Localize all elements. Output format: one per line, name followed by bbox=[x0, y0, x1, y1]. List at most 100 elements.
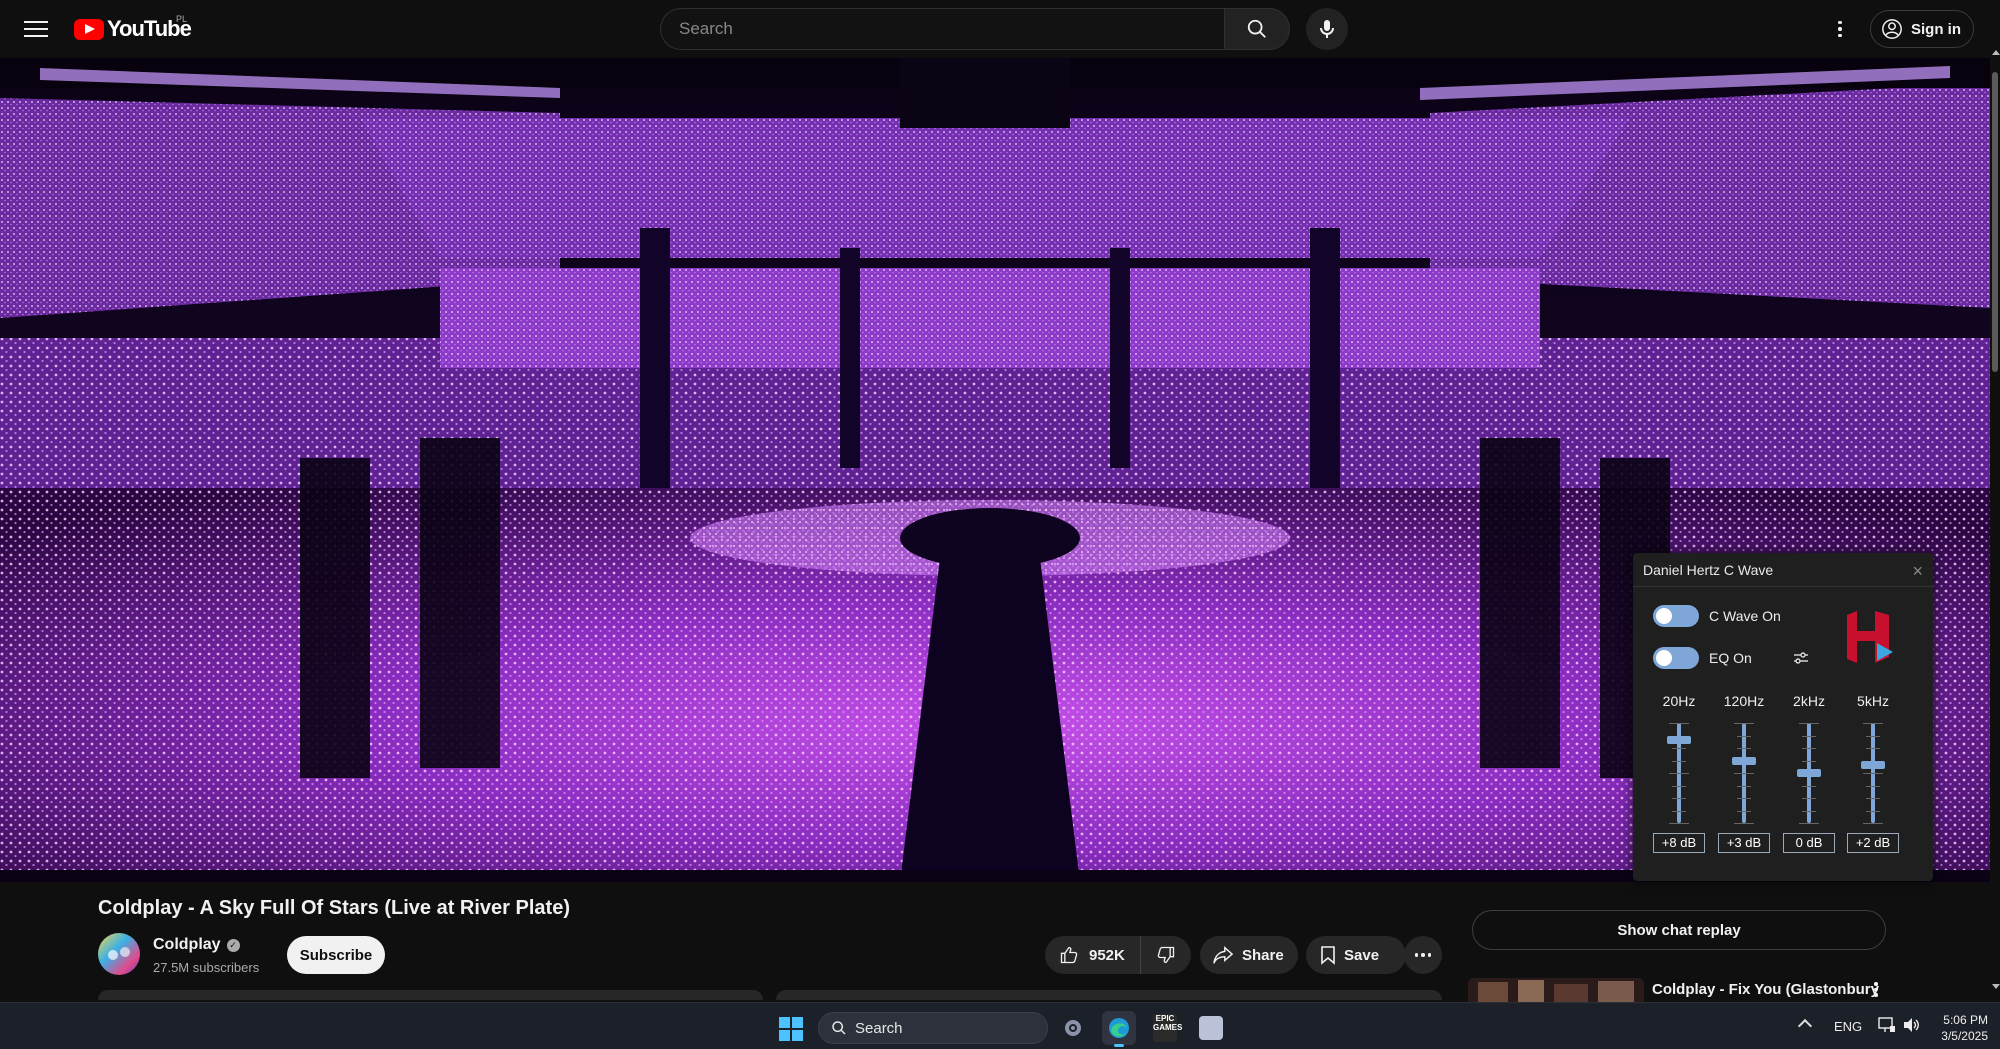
c-wave-label: C Wave On bbox=[1709, 608, 1781, 624]
eq-settings-icon[interactable] bbox=[1793, 651, 1809, 670]
scrollbar-thumb[interactable] bbox=[1992, 72, 1998, 372]
recommendation-menu-icon[interactable] bbox=[1874, 982, 1878, 997]
chevron-up-icon[interactable] bbox=[1797, 1018, 1813, 1034]
slider-tick bbox=[1672, 760, 1686, 762]
app-tile bbox=[1199, 1016, 1223, 1040]
volume-icon[interactable] bbox=[1902, 1017, 1920, 1033]
daniel-hertz-logo bbox=[1847, 611, 1893, 663]
slider-tick bbox=[1799, 723, 1819, 724]
eq-toggle[interactable] bbox=[1653, 647, 1699, 669]
channel-avatar[interactable] bbox=[98, 933, 140, 975]
slider-tick bbox=[1799, 823, 1819, 824]
eq-slider-2khz[interactable] bbox=[1783, 723, 1835, 824]
slider-tick bbox=[1672, 785, 1686, 787]
slider-tick bbox=[1737, 785, 1751, 787]
like-count: 952K bbox=[1089, 946, 1125, 964]
sign-in-button[interactable]: Sign in bbox=[1870, 10, 1974, 48]
page-scrollbar[interactable] bbox=[1990, 58, 2000, 1008]
dislike-button[interactable] bbox=[1141, 936, 1191, 974]
eq-slider-5khz[interactable] bbox=[1847, 723, 1899, 824]
save-button[interactable]: Save bbox=[1306, 936, 1406, 974]
eq-slider-20hz[interactable] bbox=[1653, 723, 1705, 824]
search-bar bbox=[660, 8, 1290, 50]
slider-tick bbox=[1672, 798, 1686, 799]
slider-thumb[interactable] bbox=[1732, 756, 1756, 765]
voice-search-button[interactable] bbox=[1306, 8, 1348, 50]
slider-tick bbox=[1737, 748, 1751, 749]
slider-tick bbox=[1802, 798, 1816, 799]
slider-tick bbox=[1669, 773, 1689, 774]
scroll-down-icon[interactable] bbox=[1992, 984, 2000, 989]
language-indicator[interactable]: ENG bbox=[1834, 1019, 1862, 1034]
network-icon[interactable] bbox=[1878, 1017, 1896, 1033]
eq-panel-header: Daniel Hertz C Wave × bbox=[1633, 553, 1933, 587]
thumbs-up-icon bbox=[1060, 946, 1078, 964]
youtube-logo[interactable]: YouTube PL bbox=[74, 14, 192, 44]
slider-tick bbox=[1863, 823, 1883, 824]
eq-panel: Daniel Hertz C Wave × C Wave On EQ On 20… bbox=[1633, 553, 1933, 881]
recommendation-title[interactable]: Coldplay - Fix You (Glastonbury bbox=[1652, 981, 1879, 998]
like-button[interactable]: 952K bbox=[1045, 936, 1141, 974]
channel-name-text: Coldplay bbox=[153, 936, 221, 953]
slider-tick bbox=[1672, 810, 1686, 812]
slider-tick bbox=[1866, 798, 1880, 799]
edge-browser-icon[interactable] bbox=[1102, 1011, 1136, 1047]
menu-icon[interactable] bbox=[24, 18, 48, 38]
settings-menu-icon[interactable] bbox=[1828, 16, 1852, 42]
slider-tick bbox=[1802, 760, 1816, 762]
more-actions-button[interactable] bbox=[1404, 936, 1442, 974]
slider-thumb[interactable] bbox=[1861, 760, 1885, 769]
share-label: Share bbox=[1242, 946, 1284, 964]
youtube-play-icon bbox=[74, 18, 104, 40]
show-chat-replay-button[interactable]: Show chat replay bbox=[1472, 910, 1886, 950]
search-input[interactable] bbox=[660, 8, 1224, 50]
video-title: Coldplay - A Sky Full Of Stars (Live at … bbox=[98, 897, 570, 919]
taskbar-search-label: Search bbox=[855, 1019, 903, 1037]
close-icon[interactable]: × bbox=[1912, 561, 1923, 582]
windows-start-icon[interactable] bbox=[779, 1017, 803, 1041]
eq-panel-title: Daniel Hertz C Wave bbox=[1643, 561, 1774, 578]
slider-tick bbox=[1672, 748, 1686, 749]
microphone-icon bbox=[1320, 20, 1334, 38]
slider-tick bbox=[1866, 810, 1880, 812]
like-dislike-group: 952K bbox=[1045, 936, 1191, 974]
save-label: Save bbox=[1344, 946, 1380, 964]
slider-tick bbox=[1866, 785, 1880, 787]
recommendation-thumbnail[interactable] bbox=[1468, 978, 1644, 1002]
c-wave-toggle[interactable] bbox=[1653, 605, 1699, 627]
epic-games-icon[interactable]: EPIC GAMES bbox=[1148, 1011, 1182, 1045]
search-icon bbox=[1247, 19, 1266, 38]
settings-gear-icon[interactable] bbox=[1056, 1011, 1090, 1045]
taskbar-search[interactable]: Search bbox=[818, 1012, 1048, 1044]
epic-games-logo: EPIC GAMES bbox=[1153, 1014, 1182, 1042]
slider-tick bbox=[1863, 723, 1883, 724]
subscriber-count: 27.5M subscribers bbox=[153, 960, 260, 975]
band-db-value: 0 dB bbox=[1783, 833, 1835, 853]
eq-toggle-row: EQ On bbox=[1653, 647, 1752, 669]
slider-thumb[interactable] bbox=[1797, 769, 1821, 777]
share-icon bbox=[1213, 946, 1234, 964]
scroll-up-icon[interactable] bbox=[1992, 50, 2000, 55]
more-horizontal-icon bbox=[1414, 953, 1432, 957]
clock-date: 3/5/2025 bbox=[1941, 1029, 1988, 1043]
slider-tick bbox=[1802, 735, 1816, 737]
search-button[interactable] bbox=[1224, 8, 1290, 50]
share-button[interactable]: Share bbox=[1200, 936, 1298, 974]
app-icon[interactable] bbox=[1194, 1011, 1228, 1045]
c-wave-toggle-row: C Wave On bbox=[1653, 605, 1781, 627]
channel-name[interactable]: Coldplay ✓ bbox=[153, 936, 240, 954]
slider-tick bbox=[1802, 810, 1816, 812]
slider-tick bbox=[1802, 748, 1816, 749]
comments-box[interactable] bbox=[776, 990, 1442, 1000]
slider-tick bbox=[1737, 810, 1751, 812]
band-label: 5kHz bbox=[1857, 693, 1889, 709]
eq-slider-120hz[interactable] bbox=[1718, 723, 1770, 824]
subscribe-button[interactable]: Subscribe bbox=[287, 936, 385, 974]
eq-band-2khz: 2kHz 0 dB bbox=[1783, 693, 1835, 853]
description-box[interactable] bbox=[98, 990, 763, 1000]
band-db-value: +3 dB bbox=[1718, 833, 1770, 853]
windows-taskbar: Search EPIC GAMES ENG 5:06 PM 3/5/2025 bbox=[0, 1002, 2000, 1049]
clock-time: 5:06 PM bbox=[1943, 1013, 1988, 1027]
taskbar-clock[interactable]: 5:06 PM 3/5/2025 bbox=[1930, 1012, 1988, 1044]
slider-thumb[interactable] bbox=[1667, 735, 1691, 744]
